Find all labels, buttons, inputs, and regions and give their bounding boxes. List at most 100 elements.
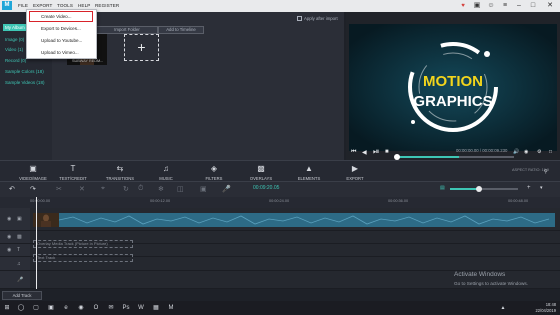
add-to-timeline-button[interactable]: Add to Timeline xyxy=(158,26,204,34)
menu-item-upload-to-youtube[interactable]: Upload to Youtube... xyxy=(41,38,82,43)
eye-icon[interactable]: ◉ xyxy=(7,247,11,253)
timeline-playhead[interactable] xyxy=(36,197,37,289)
snapshot-icon[interactable]: ◉ xyxy=(524,149,528,155)
green-screen-icon[interactable]: ▣ xyxy=(200,185,207,193)
chrome-icon[interactable]: ◉ xyxy=(76,303,86,313)
timeline-ruler[interactable]: 00:00:00.00 00:00:12.00 00:00:24.00 00:0… xyxy=(0,197,560,208)
settings-icon[interactable]: ⚙ xyxy=(537,149,541,155)
checkbox-icon xyxy=(297,16,302,22)
playback-time: 00:00:00.00 / 00:00:09.230 xyxy=(456,148,508,153)
playback-progress[interactable] xyxy=(396,156,459,158)
add-media-placeholder[interactable]: + xyxy=(124,34,159,61)
edge-icon[interactable]: e xyxy=(61,303,71,313)
taskbar-clock[interactable]: 18:48 22/04/2019 xyxy=(536,302,557,313)
task-view-icon[interactable]: ▢ xyxy=(31,303,41,313)
options-icon[interactable]: ≡ xyxy=(498,0,512,12)
plus-icon: + xyxy=(137,39,146,55)
text-track-placeholder[interactable]: Text Track xyxy=(33,254,133,262)
stop-icon[interactable]: ■ xyxy=(385,149,389,155)
sidebar-item-sample-videos[interactable]: Sample Videos (18) xyxy=(5,80,44,85)
maximize-icon[interactable]: □ xyxy=(526,0,540,12)
cart-icon[interactable]: ▣ xyxy=(470,0,484,12)
ruler-tick: 00:00:00.00 xyxy=(30,199,51,203)
cortana-icon[interactable]: ◯ xyxy=(16,303,26,313)
file-explorer-icon[interactable]: ▣ xyxy=(46,303,56,313)
person-icon[interactable]: ☺ xyxy=(484,0,498,12)
video-clip[interactable] xyxy=(33,213,555,227)
preview-panel: MOTION GRAPHICS xyxy=(346,12,560,160)
menu-file[interactable]: FILE xyxy=(18,3,28,8)
motion-graphics-artwork: MOTION GRAPHICS xyxy=(349,24,557,151)
zoom-slider-knob[interactable] xyxy=(476,186,482,192)
eye-icon[interactable]: ◉ xyxy=(7,234,11,240)
cut-icon[interactable]: ✂ xyxy=(56,185,62,193)
app-taskbar-icon[interactable]: M xyxy=(166,303,176,313)
sidebar-item-video[interactable]: Video (1) xyxy=(5,47,23,52)
delete-icon[interactable]: ✕ xyxy=(79,185,85,193)
apply-after-import-checkbox[interactable]: Apply after import xyxy=(297,16,338,22)
fullscreen-icon[interactable]: □ xyxy=(549,149,552,155)
menu-item-export-to-devices[interactable]: Export to Devices... xyxy=(41,26,81,31)
opera-icon[interactable]: O xyxy=(91,303,101,313)
eye-icon[interactable]: ◉ xyxy=(7,216,11,222)
zoom-icon[interactable]: ⚲ xyxy=(544,169,548,175)
timer-icon[interactable]: ⏱ xyxy=(138,185,143,193)
export-icon: ▶ xyxy=(351,164,359,173)
word-icon[interactable]: W xyxy=(136,303,146,313)
rotate-icon[interactable]: ↻ xyxy=(123,185,129,193)
app-logo-icon: M xyxy=(2,1,12,10)
play-icon[interactable]: ⏯ xyxy=(373,147,379,157)
windows-start-icon[interactable]: ⊞ xyxy=(2,303,12,313)
sidebar-item-my-album[interactable]: My Album xyxy=(3,24,27,31)
text-track-icon: T xyxy=(17,247,21,253)
mail-icon[interactable]: ✉ xyxy=(106,303,116,313)
menu-export[interactable]: EXPORT xyxy=(33,3,52,8)
split-icon[interactable]: ◫ xyxy=(177,185,184,193)
track-header: ♫ xyxy=(0,257,30,270)
minimize-icon[interactable]: – xyxy=(512,0,526,12)
audio-waveform xyxy=(58,215,550,225)
step-back-icon[interactable]: ◀ xyxy=(362,149,367,156)
clock-date: 22/04/2019 xyxy=(535,307,557,313)
skip-back-icon[interactable]: ⏮ xyxy=(351,149,356,156)
sidebar-item-sample-colors[interactable]: Sample Colors (18) xyxy=(5,69,44,74)
voiceover-icon[interactable]: 🎤 xyxy=(222,185,231,193)
add-track-button[interactable]: Add Track xyxy=(2,291,42,300)
track-header: 🎤 xyxy=(0,271,30,288)
menu-tools[interactable]: TOOLS xyxy=(57,3,73,8)
motion-title: MOTION xyxy=(423,73,483,90)
heart-icon[interactable]: ♥ xyxy=(456,0,470,12)
apply-after-import-label: Apply after import xyxy=(304,16,338,21)
graphics-title: GRAPHICS xyxy=(413,93,492,110)
track-header: ◉ T xyxy=(0,244,30,256)
calendar-icon[interactable]: ▦ xyxy=(151,303,161,313)
overlay-track-placeholder[interactable]: Overlay Media Track (Picture in Picture) xyxy=(33,240,133,248)
sidebar-item-image[interactable]: Image (0) xyxy=(5,37,24,42)
export-dropdown-menu: Create Video... Export to Devices... Upl… xyxy=(26,9,97,59)
menu-item-upload-to-vimeo[interactable]: Upload to Vimeo... xyxy=(41,50,79,55)
tab-export[interactable]: ▶ EXPORT xyxy=(325,161,385,183)
windows-taskbar: ⊞ ◯ ▢ ▣ e ◉ O ✉ Ps W ▦ M ▲ 18:48 22/04/20… xyxy=(0,301,560,315)
category-toolbar: ▣ VIDEO/IMAGE T TEXT/CREDIT ⇆ TRANSITIONS ♫… xyxy=(0,160,560,182)
undo-icon[interactable]: ↶ xyxy=(9,185,15,193)
import-folder-button[interactable]: Import Folder xyxy=(96,26,158,34)
volume-icon[interactable]: 🔊 xyxy=(513,149,519,155)
menu-help[interactable]: HELP xyxy=(78,3,90,8)
track-header: ◉ ▣ xyxy=(0,208,30,230)
freeze-icon[interactable]: ❄ xyxy=(158,185,164,193)
playback-progress-track xyxy=(459,156,514,158)
photoshop-icon[interactable]: Ps xyxy=(121,303,131,313)
ruler-tick: 00:00:48.00 xyxy=(508,199,529,203)
zoom-in-icon[interactable]: + xyxy=(527,185,531,191)
track-header: ◉ ▩ xyxy=(0,231,30,243)
sidebar-item-record[interactable]: Record (0) xyxy=(5,58,26,63)
system-tray-icon[interactable]: ▲ xyxy=(498,303,508,313)
menu-register[interactable]: REGISTER xyxy=(95,3,119,8)
redo-icon[interactable]: ↷ xyxy=(30,185,36,193)
zoom-dropdown-icon[interactable]: ▾ xyxy=(540,185,543,191)
crop-icon[interactable]: ⌖ xyxy=(101,185,105,193)
close-icon[interactable]: ✕ xyxy=(542,0,558,12)
menu-item-create-video[interactable]: Create Video... xyxy=(41,14,72,19)
video-editor-window: M FILE EXPORT TOOLS HELP REGISTER ♥ ▣ ☺ … xyxy=(0,0,560,315)
fit-timeline-icon[interactable]: ▤ xyxy=(440,185,445,191)
